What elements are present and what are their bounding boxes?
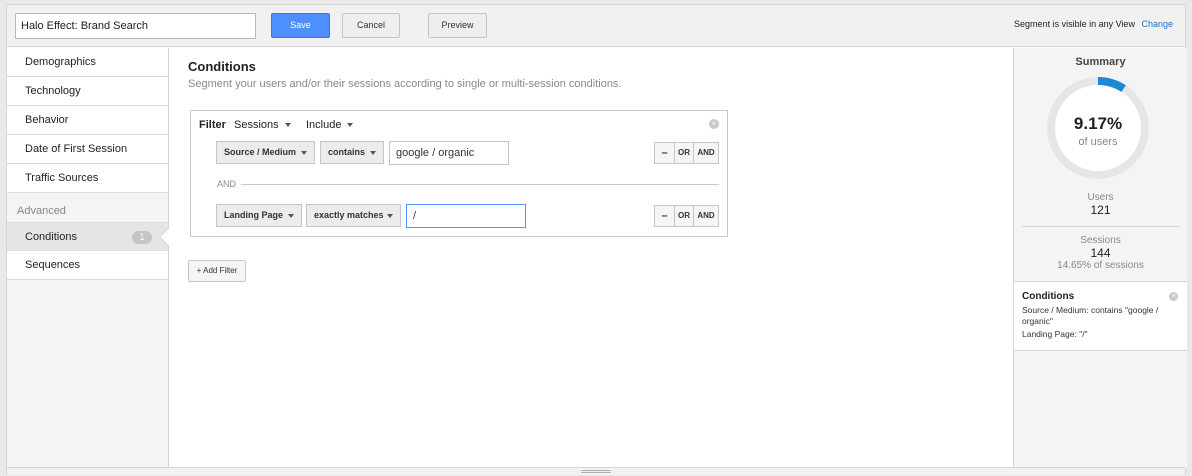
conditions-panel: Conditions Segment your users and/or the… <box>170 48 1013 468</box>
sidebar-item-technology[interactable]: Technology <box>7 77 168 106</box>
conditions-count-badge: 1 <box>132 231 152 244</box>
close-icon[interactable]: × <box>1169 292 1178 301</box>
resize-grip-icon[interactable] <box>581 470 611 473</box>
include-value: Include <box>306 119 342 131</box>
chevron-down-icon <box>301 151 307 155</box>
logic-buttons-2: – OR AND <box>654 205 719 227</box>
sidebar-item-behavior[interactable]: Behavior <box>7 106 168 135</box>
sessions-percent: 14.65% of sessions <box>1057 260 1144 271</box>
chevron-down-icon <box>370 151 376 155</box>
scope-dropdown[interactable]: Sessions <box>234 119 291 131</box>
sidebar: Demographics Technology Behavior Date of… <box>7 48 179 468</box>
sidebar-item-label: Conditions <box>25 231 77 243</box>
users-stat: Users 121 <box>1014 192 1187 217</box>
divider <box>1022 226 1180 227</box>
filter-box: Filter Sessions Include × Source / Mediu… <box>190 110 728 237</box>
add-filter-button[interactable]: + Add Filter <box>188 260 246 282</box>
and-button[interactable]: AND <box>694 206 718 226</box>
filter-label: Filter <box>199 119 226 131</box>
operator-select-2[interactable]: exactly matches <box>306 204 401 227</box>
dimension-value: Source / Medium <box>224 147 297 157</box>
page-subtitle: Segment your users and/or their sessions… <box>188 78 622 90</box>
and-separator-label: AND <box>217 179 237 189</box>
and-button[interactable]: AND <box>694 143 718 163</box>
preview-button[interactable]: Preview <box>428 13 487 38</box>
summary-condition-line: Landing Page: "/" <box>1022 329 1088 339</box>
gauge-caption: of users <box>1078 136 1118 148</box>
include-dropdown[interactable]: Include <box>306 119 354 131</box>
dimension-select-1[interactable]: Source / Medium <box>216 141 315 164</box>
chevron-down-icon <box>347 123 354 128</box>
sessions-stat: Sessions 144 14.65% of sessions <box>1014 235 1187 271</box>
value-input-1[interactable]: google / organic <box>389 141 509 165</box>
save-button[interactable]: Save <box>271 13 330 38</box>
bottom-bar <box>7 467 1185 475</box>
sessions-label: Sessions <box>1080 235 1121 246</box>
sidebar-item-date-of-first-session[interactable]: Date of First Session <box>7 135 168 164</box>
sidebar-item-demographics[interactable]: Demographics <box>7 48 168 77</box>
or-button[interactable]: OR <box>675 143 694 163</box>
summary-condition-line: Source / Medium: contains "google / orga… <box>1022 305 1159 326</box>
visibility-text: Segment is visible in any View <box>1014 19 1135 29</box>
operator-select-1[interactable]: contains <box>320 141 384 164</box>
change-link[interactable]: Change <box>1141 19 1173 29</box>
gauge-percent: 9.17% <box>1073 114 1123 133</box>
sidebar-item-traffic-sources[interactable]: Traffic Sources <box>7 164 168 193</box>
chevron-down-icon <box>284 123 291 128</box>
remove-condition-button[interactable]: – <box>655 206 675 226</box>
logic-buttons-1: – OR AND <box>654 142 719 164</box>
operator-value: contains <box>328 147 366 157</box>
dimension-value: Landing Page <box>224 210 284 220</box>
sidebar-section-advanced: Advanced <box>17 205 66 217</box>
close-icon[interactable]: × <box>709 119 719 129</box>
sidebar-item-conditions[interactable]: Conditions 1 <box>7 222 179 251</box>
operator-value: exactly matches <box>314 210 384 220</box>
users-label: Users <box>1087 192 1114 203</box>
summary-title: Summary <box>1075 56 1126 68</box>
page-title: Conditions <box>188 59 256 74</box>
scope-value: Sessions <box>234 119 279 131</box>
top-bar: Save Cancel Preview Segment is visible i… <box>7 5 1185 47</box>
segment-editor: Save Cancel Preview Segment is visible i… <box>6 4 1187 475</box>
or-button[interactable]: OR <box>675 206 694 226</box>
summary-panel: Summary 9.17% of users Users 121 Session… <box>1013 48 1187 468</box>
visibility-info: Segment is visible in any View Change <box>1014 19 1173 29</box>
dimension-select-2[interactable]: Landing Page <box>216 204 302 227</box>
cancel-button[interactable]: Cancel <box>342 13 400 38</box>
value-input-2[interactable]: / <box>406 204 526 228</box>
chevron-down-icon <box>288 214 294 218</box>
and-separator-line <box>241 184 719 185</box>
chevron-down-icon <box>387 214 393 218</box>
summary-conditions-title: Conditions <box>1022 291 1075 302</box>
sidebar-item-sequences[interactable]: Sequences <box>7 251 168 280</box>
users-gauge: 9.17% of users <box>1046 76 1150 180</box>
sessions-value: 144 <box>1090 246 1111 260</box>
segment-name-input[interactable] <box>15 13 256 39</box>
summary-conditions: Conditions Source / Medium: contains "go… <box>1014 281 1187 351</box>
remove-condition-button[interactable]: – <box>655 143 675 163</box>
users-value: 121 <box>1090 203 1111 217</box>
